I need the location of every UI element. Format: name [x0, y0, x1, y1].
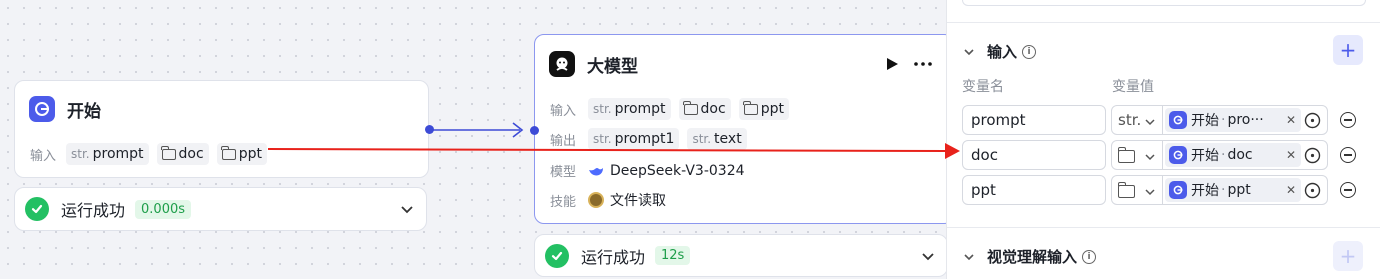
llm-model-name: DeepSeek-V3-0324 — [610, 162, 745, 179]
chevron-down-icon[interactable] — [963, 46, 975, 58]
start-status-time: 0.000s — [135, 199, 192, 219]
var-ref-field[interactable]: 开始 · doc ✕ — [1162, 140, 1328, 170]
divider — [947, 227, 1380, 228]
start-node-title: 开始 — [67, 101, 101, 122]
close-icon[interactable]: ✕ — [1286, 113, 1296, 127]
vision-section-header[interactable]: 视觉理解输入 i — [963, 246, 1097, 267]
chevron-down-icon[interactable] — [400, 202, 414, 216]
llm-input-doc: doc — [678, 98, 731, 120]
target-icon[interactable] — [1304, 147, 1321, 164]
deepseek-icon — [589, 167, 603, 175]
vision-section-title: 视觉理解输入 — [987, 248, 1078, 266]
llm-node-title: 大模型 — [587, 56, 638, 77]
llm-skill-label: 技能 — [550, 194, 577, 210]
var-ref-field[interactable]: 开始 · pro··· ✕ — [1162, 105, 1328, 135]
edge-start-to-llm — [430, 122, 524, 138]
col-header-value: 变量值 — [1112, 79, 1154, 95]
llm-output-prompt1: str. prompt1 — [588, 128, 680, 150]
check-icon — [25, 197, 49, 221]
node-config-panel: 输入 i + 变量名 变量值 prompt str. 开始 · pro··· ✕ d… — [946, 0, 1380, 279]
remove-row-button[interactable] — [1340, 147, 1356, 163]
start-input-label: 输入 — [30, 148, 57, 164]
llm-status-bar[interactable]: 运行成功 12s — [534, 234, 948, 277]
llm-status-text: 运行成功 — [581, 247, 646, 267]
llm-input-ppt: ppt — [738, 98, 789, 120]
folder-icon — [221, 145, 236, 160]
check-icon — [545, 243, 569, 268]
input-section-title: 输入 — [987, 43, 1018, 61]
chevron-down-icon — [1145, 154, 1155, 161]
start-status-bar[interactable]: 运行成功 0.000s — [14, 187, 427, 231]
chevron-down-icon[interactable] — [963, 251, 975, 263]
var-ref-field[interactable]: 开始 · ppt ✕ — [1162, 175, 1328, 205]
llm-output-label: 输出 — [550, 133, 577, 149]
remove-row-button[interactable] — [1340, 182, 1356, 198]
folder-icon — [743, 100, 758, 115]
var-type-select[interactable] — [1111, 140, 1163, 170]
close-icon[interactable]: ✕ — [1286, 148, 1296, 162]
var-ref-chip: 开始 · doc ✕ — [1165, 143, 1301, 167]
folder-icon — [683, 100, 698, 115]
plus-icon: + — [1339, 244, 1357, 268]
folder-icon — [1117, 182, 1135, 198]
chevron-down-icon — [1145, 189, 1155, 196]
var-ref-chip: 开始 · pro··· ✕ — [1165, 108, 1301, 132]
llm-status-time: 12s — [655, 246, 691, 265]
play-icon[interactable] — [885, 57, 899, 71]
remove-row-button[interactable] — [1340, 112, 1356, 128]
col-header-name: 变量名 — [962, 79, 1004, 95]
llm-node-icon — [549, 51, 575, 77]
folder-icon — [1117, 147, 1135, 163]
more-icon[interactable] — [913, 61, 933, 67]
start-node[interactable]: 开始 输入 str. prompt doc ppt — [14, 80, 429, 178]
start-node-icon — [1169, 146, 1187, 164]
llm-output-text: str. text — [687, 128, 747, 150]
var-type-select[interactable] — [1111, 175, 1163, 205]
start-node-icon — [1169, 111, 1187, 129]
llm-input-prompt: str. prompt — [588, 98, 671, 120]
close-icon[interactable]: ✕ — [1286, 183, 1296, 197]
start-input-doc: doc — [156, 143, 209, 165]
var-name-input[interactable]: doc — [962, 140, 1106, 170]
chevron-down-icon[interactable] — [921, 249, 935, 263]
llm-node[interactable]: 大模型 输入 str. prompt doc ppt 输出 str. prompt1… — [534, 34, 954, 224]
plus-icon: + — [1339, 38, 1357, 62]
info-icon[interactable]: i — [1022, 44, 1037, 59]
add-vision-input-button[interactable]: + — [1333, 241, 1363, 271]
var-type-select[interactable]: str. — [1111, 105, 1163, 135]
start-node-icon — [29, 96, 55, 122]
llm-skill-name: 文件读取 — [610, 193, 666, 209]
panel-top-field[interactable] — [962, 0, 1366, 6]
add-input-button[interactable]: + — [1333, 35, 1363, 65]
start-input-ppt: ppt — [216, 143, 267, 165]
info-icon[interactable]: i — [1082, 249, 1097, 264]
divider — [947, 22, 1380, 23]
start-node-icon — [1169, 181, 1187, 199]
target-icon[interactable] — [1304, 112, 1321, 129]
input-section-header[interactable]: 输入 i — [963, 41, 1037, 62]
var-name-input[interactable]: prompt — [962, 105, 1106, 135]
var-ref-chip: 开始 · ppt ✕ — [1165, 178, 1301, 202]
target-icon[interactable] — [1304, 182, 1321, 199]
file-read-skill-icon — [588, 192, 604, 208]
start-input-prompt: str. prompt — [66, 143, 149, 165]
var-name-input[interactable]: ppt — [962, 175, 1106, 205]
chevron-down-icon — [1145, 119, 1155, 126]
llm-input-handle[interactable] — [530, 126, 539, 135]
llm-input-label: 输入 — [550, 103, 577, 119]
folder-icon — [161, 145, 176, 160]
start-status-text: 运行成功 — [61, 201, 126, 220]
llm-model-label: 模型 — [550, 165, 577, 180]
